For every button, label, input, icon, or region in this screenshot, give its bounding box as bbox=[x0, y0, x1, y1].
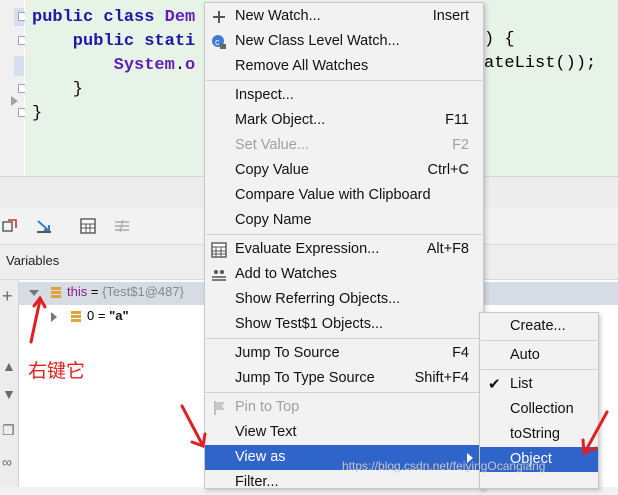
step-into-icon[interactable] bbox=[36, 218, 52, 234]
menu-item-copy-value[interactable]: Copy Value Ctrl+C bbox=[205, 158, 483, 183]
menu-item-add-to-watches[interactable]: Add to Watches bbox=[205, 262, 483, 287]
code-line: } bbox=[32, 104, 43, 123]
watermark: https://blog.csdn.net/feiyingOcanglang bbox=[342, 459, 546, 473]
evaluate-icon[interactable] bbox=[80, 218, 96, 234]
menu-item-jump-to-source[interactable]: Jump To Source F4 bbox=[205, 341, 483, 366]
menu-separator bbox=[481, 369, 597, 370]
code-line: } bbox=[32, 80, 84, 99]
editor-gutter bbox=[0, 0, 27, 176]
menu-item-pin-to-top: Pin to Top bbox=[205, 395, 483, 420]
add-watches-icon bbox=[212, 270, 226, 281]
context-menu: New Watch... Insert c New Class Level Wa… bbox=[204, 2, 484, 490]
add-watch-icon[interactable]: + bbox=[2, 286, 13, 307]
collapse-icon[interactable] bbox=[29, 289, 39, 296]
menu-item-new-watch[interactable]: New Watch... Insert bbox=[205, 4, 483, 29]
glasses-icon[interactable]: ∞ bbox=[2, 454, 12, 470]
up-icon[interactable]: ▲ bbox=[2, 358, 16, 374]
expand-icon[interactable] bbox=[51, 311, 57, 322]
menu-separator bbox=[206, 392, 482, 393]
code-line: System.o bbox=[113, 56, 196, 75]
calculator-icon bbox=[211, 242, 227, 258]
svg-text:c: c bbox=[215, 37, 220, 47]
pin-icon bbox=[214, 401, 225, 415]
menu-item-show-referring-objects[interactable]: Show Referring Objects... bbox=[205, 287, 483, 312]
plus-icon bbox=[213, 11, 225, 23]
class-watch-icon: c bbox=[212, 35, 226, 49]
menu-item-view-text[interactable]: View Text bbox=[205, 420, 483, 445]
variable-row[interactable]: this = {Test$1@487} bbox=[29, 284, 184, 304]
menu-item-copy-name[interactable]: Copy Name bbox=[205, 208, 483, 233]
settings-lines-icon[interactable] bbox=[114, 218, 130, 234]
down-icon[interactable]: ▼ bbox=[2, 386, 16, 402]
menu-item-evaluate-expression[interactable]: Evaluate Expression... Alt+F8 bbox=[205, 237, 483, 262]
submenu-item-list[interactable]: ✔ List bbox=[480, 372, 598, 397]
gutter-mark bbox=[14, 56, 24, 76]
execution-point-icon bbox=[11, 96, 18, 106]
menu-item-set-value: Set Value... F2 bbox=[235, 137, 469, 153]
code-line: public stati bbox=[32, 32, 196, 51]
code-line-tail: ateList()); bbox=[484, 54, 597, 73]
menu-separator bbox=[206, 80, 482, 81]
list-icon bbox=[51, 287, 61, 299]
code-line: public class Dem bbox=[32, 8, 196, 27]
submenu-item-auto[interactable]: Auto bbox=[480, 343, 598, 368]
menu-separator bbox=[206, 234, 482, 235]
code-line-tail: ) { bbox=[484, 30, 515, 49]
submenu-item-create[interactable]: Create... bbox=[480, 314, 598, 339]
field-icon bbox=[71, 311, 81, 323]
variable-row[interactable]: 0 = "a" bbox=[51, 308, 129, 328]
variables-title: Variables bbox=[6, 253, 60, 268]
code-text[interactable]: public class Dem public stati System.o }… bbox=[32, 6, 195, 126]
menu-item-inspect[interactable]: Inspect... bbox=[205, 83, 483, 108]
variables-side-toolbar: + ▲ ▼ ❐ ∞ bbox=[0, 280, 19, 487]
menu-item-remove-all-watches[interactable]: Remove All Watches bbox=[205, 54, 483, 79]
menu-item-jump-to-type-source[interactable]: Jump To Type Source Shift+F4 bbox=[205, 366, 483, 391]
menu-item-compare-value[interactable]: Compare Value with Clipboard bbox=[205, 183, 483, 208]
submenu-item-collection[interactable]: Collection bbox=[480, 397, 598, 422]
checkmark-icon: ✔ bbox=[488, 376, 501, 393]
menu-separator bbox=[206, 338, 482, 339]
copy-icon[interactable]: ❐ bbox=[2, 422, 15, 439]
menu-separator bbox=[481, 340, 597, 341]
restore-frame-icon[interactable] bbox=[2, 218, 18, 234]
annotation-note: 右键它 bbox=[28, 361, 86, 382]
menu-item-new-class-level-watch[interactable]: c New Class Level Watch... bbox=[205, 29, 483, 54]
menu-item-mark-object[interactable]: Mark Object... F11 bbox=[205, 108, 483, 133]
submenu-item-tostring[interactable]: toString bbox=[480, 422, 598, 447]
menu-item-show-objects[interactable]: Show Test$1 Objects... bbox=[205, 312, 483, 337]
menu-item-filter[interactable]: Filter... bbox=[205, 470, 483, 495]
